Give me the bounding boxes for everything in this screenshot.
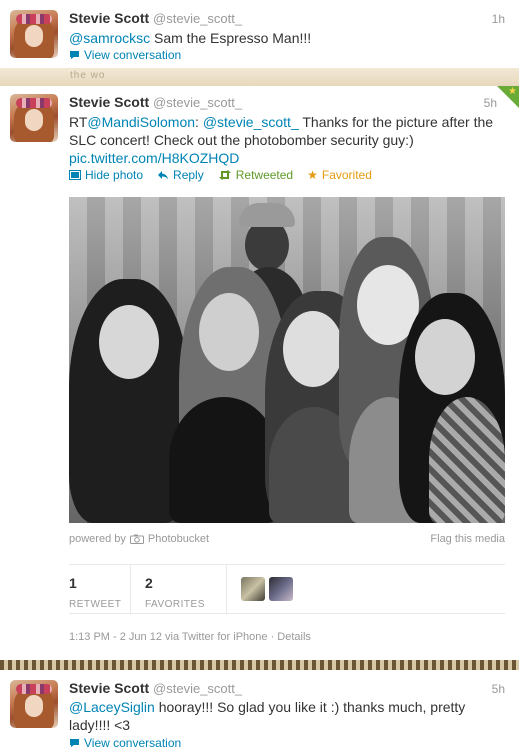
favorites-label: FAVORITES [145,599,205,610]
photo-icon [69,170,81,180]
tweet-photo[interactable] [69,197,505,523]
background-strip-text: the wo [70,70,106,81]
hide-photo-label: Hide photo [85,168,144,182]
reply-arrow-icon [157,170,169,180]
tweet-stats: 1 RETWEET 2 FAVORITES [69,564,505,614]
hide-photo-button[interactable]: Hide photo [69,168,143,182]
view-conversation-link[interactable]: View conversation [69,48,181,62]
retweet-count: 1 [69,575,77,591]
author-name[interactable]: Stevie Scott [69,680,149,696]
retweeted-label: Retweeted [235,168,294,182]
powered-by-label: powered by [69,533,126,545]
favoriter-avatar[interactable] [241,577,265,601]
mention-link[interactable]: @LaceySiglin [69,699,155,715]
author-handle[interactable]: @stevie_scott_ [153,681,242,696]
reply-button[interactable]: Reply [157,168,204,182]
retweet-label: RETWEET [69,599,122,610]
colon: : [195,114,203,130]
favorites-stat[interactable]: 2 FAVORITES [145,565,227,613]
photo-link[interactable]: pic.twitter.com/H8KOZHQD [69,150,239,166]
avatar[interactable] [10,10,58,58]
favoriter-avatars [241,565,293,613]
rt-prefix: RT [69,114,88,130]
author-handle[interactable]: @stevie_scott_ [153,11,242,26]
tweet-text: @samrocksc Sam the Espresso Man!!! [69,29,509,47]
mention-link[interactable]: @samrocksc [69,30,150,46]
favorites-count: 2 [145,575,153,591]
retweeted-button[interactable]: Retweeted [218,168,293,182]
photo-meta: powered by Photobucket Flag this media [69,533,505,545]
author-name[interactable]: Stevie Scott [69,10,149,26]
author-name[interactable]: Stevie Scott [69,94,149,110]
ornament-divider [0,660,519,670]
favorited-button[interactable]: ★ Favorited [307,168,372,182]
camera-icon [129,534,144,544]
view-conversation-label: View conversation [84,736,182,750]
view-conversation-label: View conversation [84,48,182,62]
favoriter-avatar[interactable] [269,577,293,601]
reply-label: Reply [173,168,204,182]
photo-service-label: Photobucket [147,533,210,545]
tweet-time[interactable]: 5h [492,682,505,696]
flag-media-link[interactable]: Flag this media [430,533,505,545]
tweet-body: Sam the Espresso Man!!! [150,30,312,46]
tweet-header: Stevie Scott @stevie_scott_ [69,10,242,26]
avatar[interactable] [10,94,58,142]
star-icon: ★ [508,86,517,97]
tweet-header: Stevie Scott @stevie_scott_ [69,680,242,696]
favorited-label: Favorited [321,168,372,182]
view-conversation-link[interactable]: View conversation [69,736,181,750]
tweet-actions: Hide photo Reply Retweeted ★ Favorited [69,168,372,182]
tweet-time[interactable]: 1h [492,12,505,26]
mention-link[interactable]: @MandiSolomon [87,114,195,130]
retweet-stat[interactable]: 1 RETWEET [69,565,131,613]
photobucket-attribution[interactable]: powered by Photobucket [69,533,209,545]
tweet-1[interactable]: Stevie Scott @stevie_scott_ 1h @samrocks… [0,0,519,68]
mention-link[interactable]: @stevie_scott_ [203,114,299,130]
tweet-timestamp[interactable]: 1:13 PM - 2 Jun 12 via Twitter for iPhon… [69,631,311,643]
tweet-3[interactable]: Stevie Scott @stevie_scott_ 5h @LaceySig… [0,672,519,755]
tweet-text: RT@MandiSolomon: @stevie_scott_ Thanks f… [69,113,509,167]
tweet-text: @LaceySiglin hooray!!! So glad you like … [69,698,489,734]
star-icon: ★ [307,168,318,182]
tweet-time[interactable]: 5h [484,96,497,110]
author-handle[interactable]: @stevie_scott_ [153,95,242,110]
tweet-header: Stevie Scott @stevie_scott_ [69,94,242,110]
avatar[interactable] [10,680,58,728]
retweet-icon [218,170,232,180]
speech-bubble-icon [69,738,80,748]
speech-bubble-icon [69,50,80,60]
